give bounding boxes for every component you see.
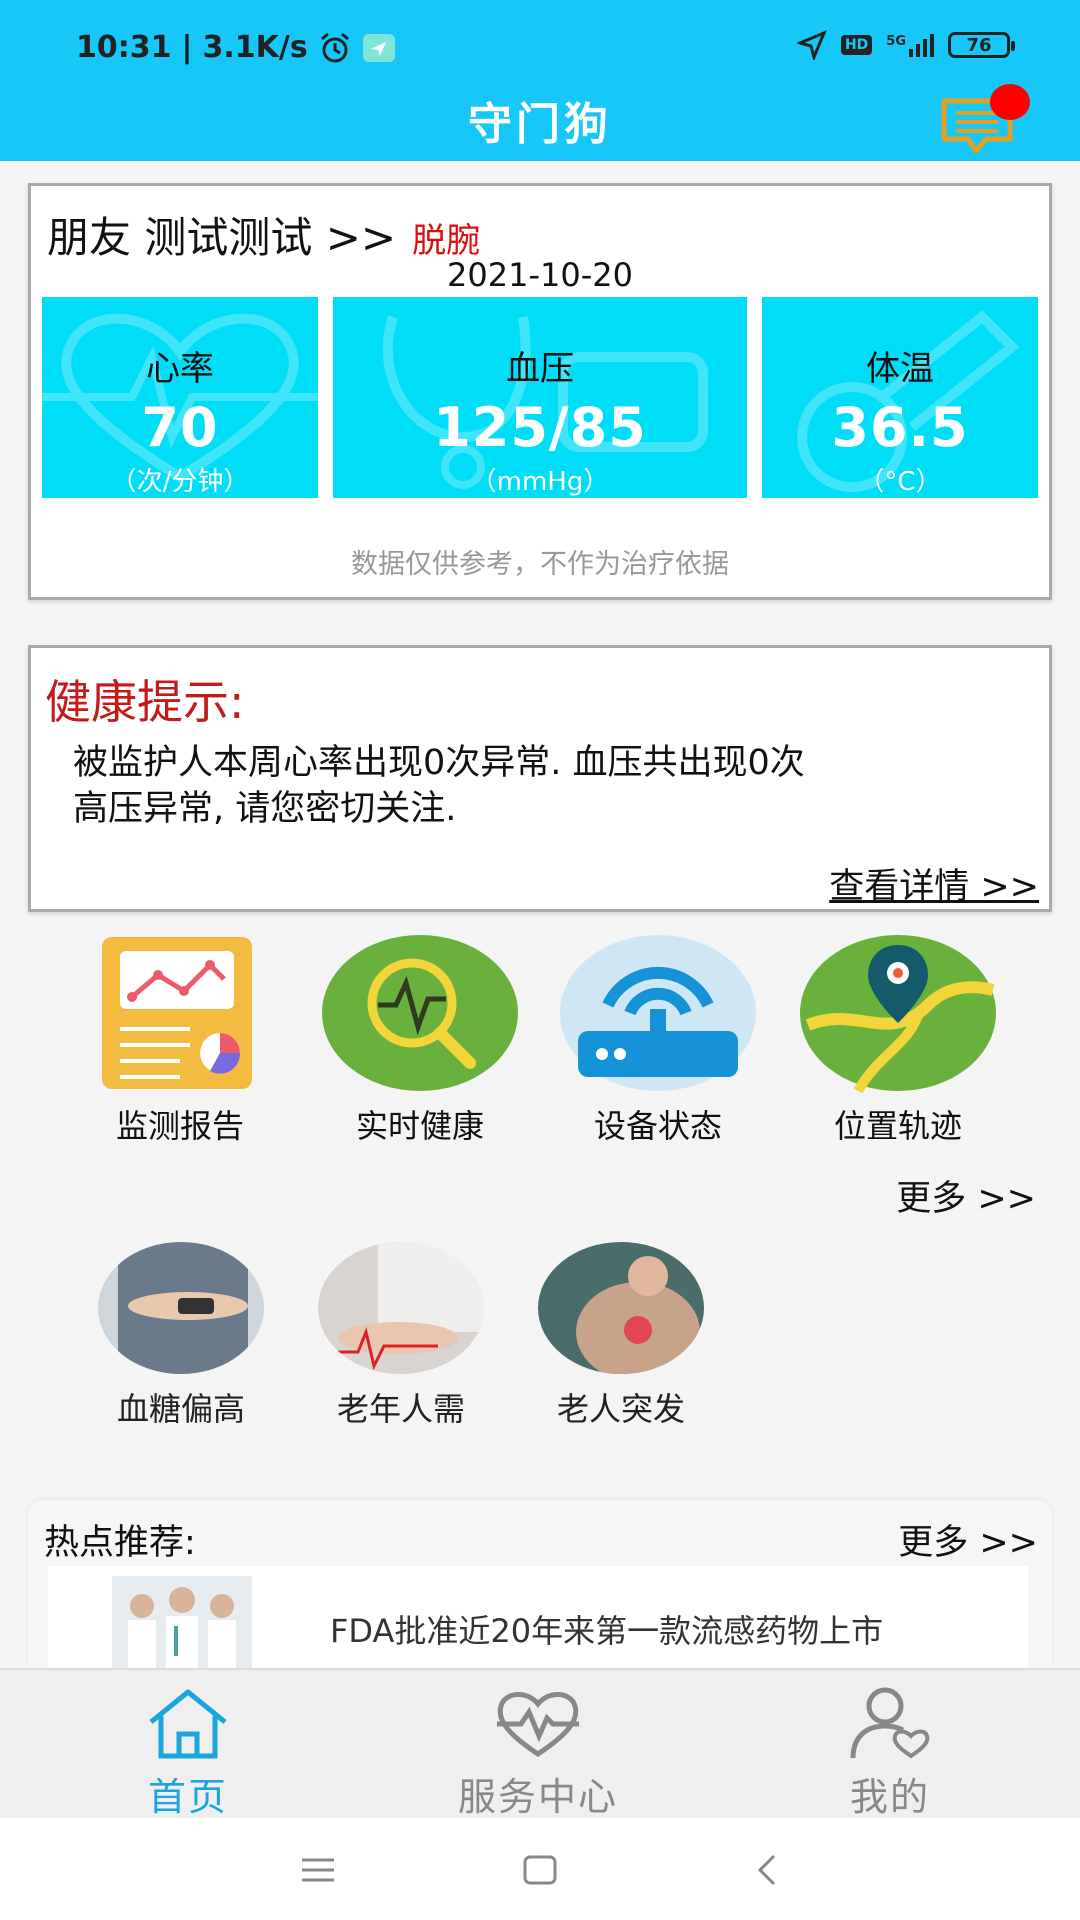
- user-heart-icon: [850, 1687, 930, 1759]
- tips-line: 高压异常, 请您密切关注.: [73, 789, 457, 829]
- metric-label: 心率: [146, 349, 214, 389]
- article-label: 血糖偏高: [116, 1390, 245, 1428]
- tab-label: 首页: [147, 1775, 228, 1819]
- status-speed: 3.1K/s: [202, 30, 308, 65]
- article-thumbnail: [318, 1242, 484, 1374]
- status-separator: |: [181, 30, 193, 65]
- battery-icon: 76: [948, 32, 1015, 58]
- heart-pulse-icon: [497, 1692, 579, 1758]
- tips-body: 被监护人本周心率出现0次异常. 血压共出现0次 高压异常, 请您密切关注.: [73, 740, 1013, 832]
- app-header: 10:31 | 3.1K/s HD 5G 76 守门狗: [0, 0, 1080, 161]
- battery-level: 76: [966, 34, 992, 56]
- home-icon: [149, 1689, 227, 1759]
- news-title: FDA批准近20年来第一款流感药物上市: [330, 1612, 884, 1650]
- tab-home[interactable]: 首页: [88, 1686, 288, 1821]
- pulse-magnifier-icon: [322, 935, 518, 1091]
- friend-health-card[interactable]: 朋友 测试测试 >> 脱腕 2021-10-20 心率 70 （次/分钟） 血压…: [28, 183, 1052, 600]
- metric-value: 125/85: [433, 396, 647, 459]
- health-tips-card: 健康提示: 被监护人本周心率出现0次异常. 血压共出现0次 高压异常, 请您密切…: [28, 645, 1052, 912]
- more-articles-link[interactable]: 更多 >>: [896, 1170, 1036, 1221]
- metric-label: 体温: [866, 349, 934, 389]
- router-icon: [560, 935, 756, 1091]
- menu-icon[interactable]: [298, 1850, 338, 1890]
- quick-action-label: 位置轨迹: [833, 1107, 962, 1145]
- news-thumbnail: [112, 1576, 252, 1668]
- tips-line: 被监护人本周心率出现0次异常. 血压共出现0次: [73, 743, 805, 783]
- navigation-notify-icon: [362, 33, 395, 62]
- wear-status: 脱腕: [412, 221, 481, 261]
- hot-recommendations: 热点推荐: 更多 >> FDA批准近20年来第一款流感药物上市: [28, 1500, 1052, 1668]
- quick-action-report[interactable]: 监测报告: [80, 935, 280, 1147]
- network-type: 5G: [886, 33, 906, 49]
- status-bar-right: HD 5G 76: [796, 30, 1015, 60]
- blood-pressure-tile[interactable]: 血压 125/85 （mmHg）: [333, 297, 747, 498]
- hot-more-link[interactable]: 更多 >>: [898, 1514, 1038, 1565]
- quick-action-device[interactable]: 设备状态: [558, 935, 758, 1147]
- metric-unit: （°C）: [858, 467, 942, 497]
- back-icon[interactable]: [748, 1850, 788, 1890]
- system-nav-bar: [0, 1818, 1080, 1920]
- view-details-link[interactable]: 查看详情 >>: [829, 858, 1039, 909]
- tab-label: 我的: [849, 1775, 930, 1819]
- tab-service-center[interactable]: 服务中心: [438, 1686, 638, 1821]
- tab-profile[interactable]: 我的: [790, 1686, 990, 1821]
- tips-title: 健康提示:: [45, 675, 245, 729]
- article-thumbnail: [98, 1242, 264, 1374]
- heart-rate-tile[interactable]: 心率 70 （次/分钟）: [42, 297, 318, 498]
- metric-value: 70: [141, 396, 219, 459]
- bottom-tab-bar: 首页 服务中心 我的: [0, 1668, 1080, 1821]
- quick-action-label: 设备状态: [593, 1107, 722, 1145]
- article-label: 老人突发: [556, 1390, 685, 1428]
- metric-label: 血压: [506, 349, 574, 389]
- metric-value: 36.5: [831, 396, 969, 459]
- quick-action-location[interactable]: 位置轨迹: [798, 935, 998, 1147]
- temperature-tile[interactable]: 体温 36.5 （°C）: [762, 297, 1038, 498]
- home-nav-icon[interactable]: [520, 1850, 560, 1890]
- unread-badge: [990, 84, 1030, 120]
- article-item[interactable]: 老人突发: [536, 1242, 706, 1430]
- signal-icon: 5G: [886, 33, 934, 57]
- article-item[interactable]: 老年人需: [316, 1242, 486, 1430]
- location-arrow-icon: [796, 30, 827, 60]
- tab-label: 服务中心: [457, 1775, 618, 1819]
- hd-badge: HD: [840, 35, 873, 55]
- status-bar-left: 10:31 | 3.1K/s: [76, 30, 396, 65]
- quick-action-label: 实时健康: [355, 1107, 484, 1145]
- article-label: 老年人需: [336, 1390, 465, 1428]
- status-time: 10:31: [76, 30, 172, 65]
- news-item[interactable]: FDA批准近20年来第一款流感药物上市: [48, 1566, 1028, 1668]
- map-pin-icon: [800, 935, 996, 1094]
- disclaimer-text: 数据仅供参考，不作为治疗依据: [351, 549, 729, 580]
- hot-title: 热点推荐:: [44, 1523, 196, 1563]
- quick-action-realtime[interactable]: 实时健康: [320, 935, 520, 1147]
- article-item[interactable]: 血糖偏高: [96, 1242, 266, 1430]
- quick-action-label: 监测报告: [115, 1107, 244, 1145]
- page-title: 守门狗: [468, 99, 612, 150]
- metric-unit: （mmHg）: [470, 467, 610, 497]
- record-date: 2021-10-20: [447, 256, 633, 294]
- alarm-icon: [320, 32, 349, 62]
- report-icon: [102, 937, 252, 1089]
- metric-unit: （次/分钟）: [110, 467, 250, 497]
- article-thumbnail: [538, 1242, 704, 1374]
